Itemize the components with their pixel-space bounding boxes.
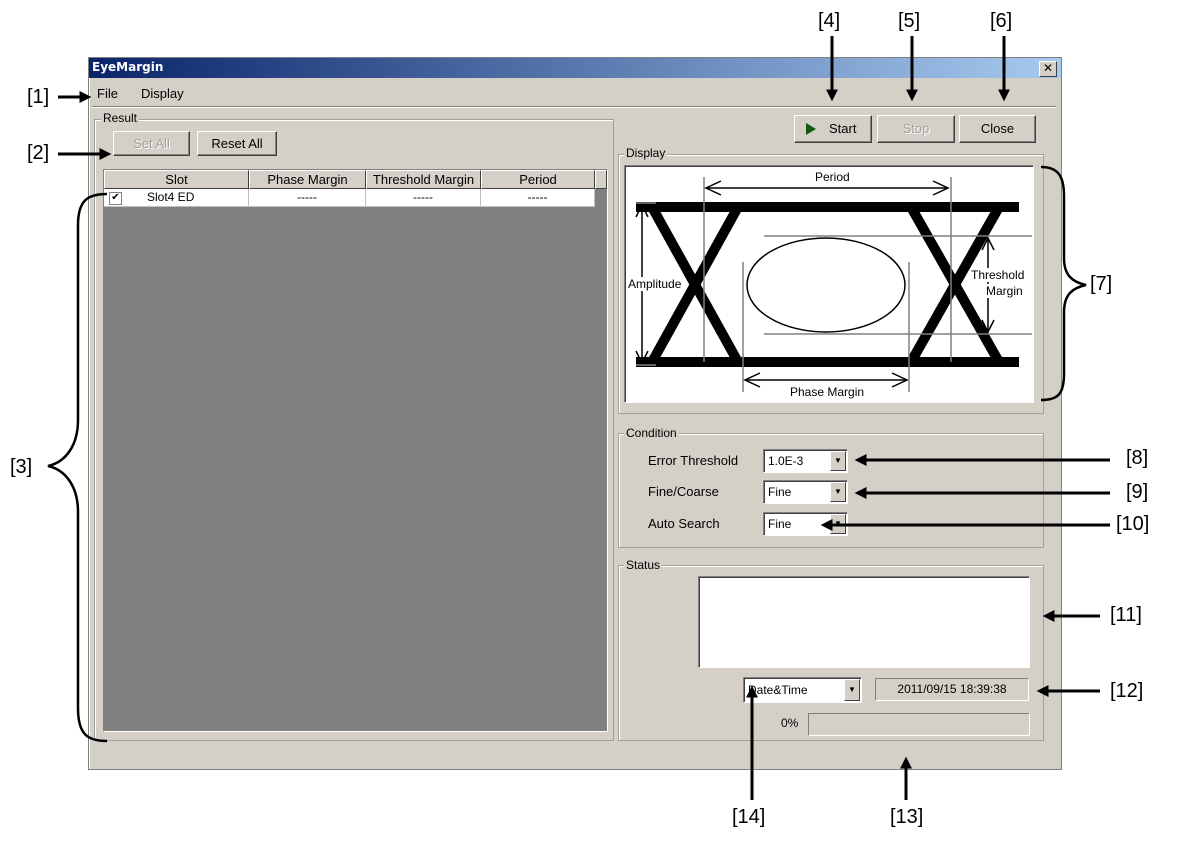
callout-11: [11] [1110, 604, 1142, 626]
callout-3: [3] [10, 456, 33, 478]
callout-12: [12] [1110, 680, 1144, 702]
callout-2: [2] [27, 142, 50, 164]
callout-4: [4] [818, 10, 841, 32]
callout-5: [5] [898, 10, 921, 32]
callout-arrows [47, 36, 1110, 800]
callout-7: [7] [1090, 273, 1113, 295]
callout-8: [8] [1126, 447, 1149, 469]
callout-13: [13] [890, 806, 924, 828]
callout-1: [1] [27, 86, 50, 108]
callout-14: [14] [732, 806, 766, 828]
callout-9: [9] [1126, 481, 1149, 503]
callout-6: [6] [990, 10, 1013, 32]
callout-10: [10] [1116, 513, 1150, 535]
